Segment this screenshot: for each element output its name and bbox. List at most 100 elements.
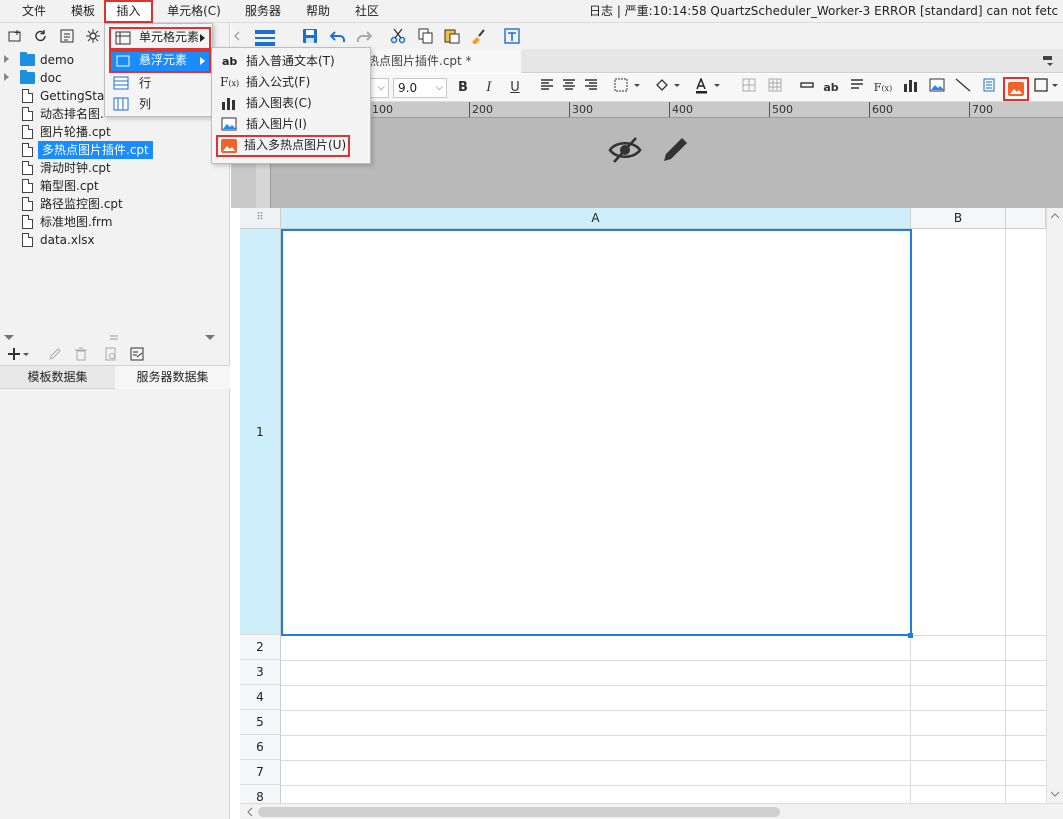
dataset-params-icon[interactable]: [128, 345, 146, 363]
row-header-3[interactable]: 3: [240, 660, 281, 685]
insert-image-icon[interactable]: [927, 78, 947, 98]
row-header-1[interactable]: 1: [240, 229, 281, 635]
tab-template-dataset[interactable]: 模板数据集: [0, 366, 115, 389]
horizontal-scrollbar[interactable]: [240, 803, 1063, 819]
menu-item-insert-formula[interactable]: F(x) 插入公式(F): [216, 72, 368, 93]
wrap-text-icon[interactable]: [847, 78, 867, 98]
vertical-scrollbar[interactable]: [1046, 208, 1063, 804]
italic-button[interactable]: I: [479, 78, 499, 98]
redo-icon[interactable]: [355, 27, 373, 45]
folder-icon: [20, 52, 35, 66]
tree-item-carousel[interactable]: 图片轮播.cpt: [0, 123, 230, 141]
font-color-icon[interactable]: [693, 76, 725, 98]
ruler-tick: 700: [969, 102, 993, 117]
menu-item-insert-image[interactable]: 插入图片(I): [216, 114, 368, 135]
menu-item-insert-text[interactable]: ab 插入普通文本(T): [216, 51, 368, 72]
menu-help[interactable]: 帮助: [305, 0, 331, 23]
collapse-left-icon[interactable]: [231, 27, 243, 45]
grid-line: [281, 660, 1046, 661]
bold-button[interactable]: B: [453, 78, 473, 98]
column-header-b[interactable]: B: [911, 208, 1006, 229]
tab-server-dataset[interactable]: 服务器数据集: [115, 366, 230, 389]
add-dataset-icon[interactable]: [6, 345, 30, 363]
row-header-6[interactable]: 6: [240, 735, 281, 760]
menu-community[interactable]: 社区: [354, 0, 380, 23]
copy-icon[interactable]: [417, 27, 435, 45]
tree-item-hotspot-plugin[interactable]: 多热点图片插件.cpt: [0, 141, 230, 159]
format-painter-icon[interactable]: [469, 27, 487, 45]
insert-slash-icon[interactable]: [953, 78, 973, 98]
insert-menu: 单元格元素 悬浮元素 行 列: [104, 23, 213, 117]
cut-icon[interactable]: [389, 27, 407, 45]
align-right-icon[interactable]: [581, 78, 601, 98]
tree-item-standard-map[interactable]: 标准地图.frm: [0, 213, 230, 231]
undo-icon[interactable]: [329, 27, 347, 45]
refresh-icon[interactable]: [32, 27, 50, 45]
ruler-tick: 300: [569, 102, 593, 117]
tab-list-icon[interactable]: [1039, 52, 1057, 70]
menu-item-row[interactable]: 行: [109, 73, 211, 94]
expand-arrow-icon[interactable]: [4, 73, 9, 81]
insert-widget-icon[interactable]: [1033, 78, 1061, 98]
menu-cell[interactable]: 单元格(C): [167, 0, 221, 23]
header-footer-area: [271, 118, 1063, 208]
preview-icon[interactable]: [102, 345, 120, 363]
row-header-8[interactable]: 8: [240, 785, 281, 804]
insert-chart-icon[interactable]: [901, 78, 921, 98]
column-header-a[interactable]: A: [281, 208, 911, 229]
template-icon[interactable]: [253, 26, 277, 48]
edit-icon[interactable]: [46, 345, 64, 363]
align-center-icon[interactable]: [559, 78, 579, 98]
menu-item-float-element[interactable]: 悬浮元素: [109, 50, 211, 73]
dataset-toolbar: [0, 343, 230, 365]
row-header-2[interactable]: 2: [240, 635, 281, 660]
insert-sub-report-icon[interactable]: [979, 78, 999, 98]
menu-insert[interactable]: 插入: [104, 0, 153, 23]
menu-template[interactable]: 模板: [70, 0, 96, 23]
insert-hotspot-image-icon[interactable]: [1003, 77, 1029, 101]
row-header-5[interactable]: 5: [240, 710, 281, 735]
delete-icon[interactable]: [72, 345, 90, 363]
log-status[interactable]: 日志 | 严重:10:14:58 QuartzScheduler_Worker-…: [589, 0, 1059, 23]
locate-file-icon[interactable]: [58, 27, 76, 45]
selected-cell-a1[interactable]: [281, 229, 912, 636]
border-icon[interactable]: [613, 78, 645, 98]
menu-server[interactable]: 服务器: [244, 0, 282, 23]
file-icon: [22, 197, 33, 211]
save-icon[interactable]: [301, 27, 319, 45]
row-header-4[interactable]: 4: [240, 685, 281, 710]
insert-text-ab-icon[interactable]: ab: [821, 78, 841, 98]
expand-arrow-icon[interactable]: [4, 55, 9, 63]
row-header-7[interactable]: 7: [240, 760, 281, 785]
tree-item-path-monitor[interactable]: 路径监控图.cpt: [0, 195, 230, 213]
menu-file[interactable]: 文件: [22, 0, 46, 23]
scroll-thumb[interactable]: [258, 807, 780, 817]
hide-eye-icon[interactable]: [607, 132, 643, 168]
fill-handle[interactable]: [908, 633, 913, 638]
fill-color-icon[interactable]: [653, 78, 685, 98]
edit-pencil-icon[interactable]: [657, 132, 693, 168]
column-header-c[interactable]: [1006, 208, 1046, 229]
unmerge-cells-icon[interactable]: [765, 78, 785, 98]
grid-corner[interactable]: ⠿: [240, 208, 281, 229]
font-size-select[interactable]: 9.0 ⌵: [393, 78, 447, 98]
tree-item-boxplot[interactable]: 箱型图.cpt: [0, 177, 230, 195]
tree-item-clock[interactable]: 滑动时钟.cpt: [0, 159, 230, 177]
merge-cells-icon[interactable]: [739, 78, 759, 98]
menu-item-insert-chart[interactable]: 插入图表(C): [216, 93, 368, 114]
paste-icon[interactable]: [443, 27, 461, 45]
tree-item-data-xlsx[interactable]: data.xlsx: [0, 231, 230, 249]
underline-button[interactable]: U: [505, 78, 525, 98]
menu-item-cell-element[interactable]: 单元格元素: [109, 27, 211, 50]
menu-item-column[interactable]: 列: [109, 94, 211, 115]
tab-hotspot-plugin-doc[interactable]: 热点图片插件.cpt *: [361, 49, 521, 73]
settings-icon[interactable]: [84, 27, 102, 45]
menu-item-insert-hotspot-image[interactable]: 插入多热点图片(U): [216, 135, 350, 157]
align-left-icon[interactable]: [537, 78, 557, 98]
new-folder-icon[interactable]: [6, 27, 24, 45]
text-box-icon[interactable]: [503, 27, 521, 45]
insert-row-icon[interactable]: [797, 78, 817, 98]
insert-formula-icon[interactable]: F(x): [873, 78, 893, 98]
pane-splitter[interactable]: [0, 332, 230, 342]
font-name-select[interactable]: ⌵: [369, 78, 389, 98]
